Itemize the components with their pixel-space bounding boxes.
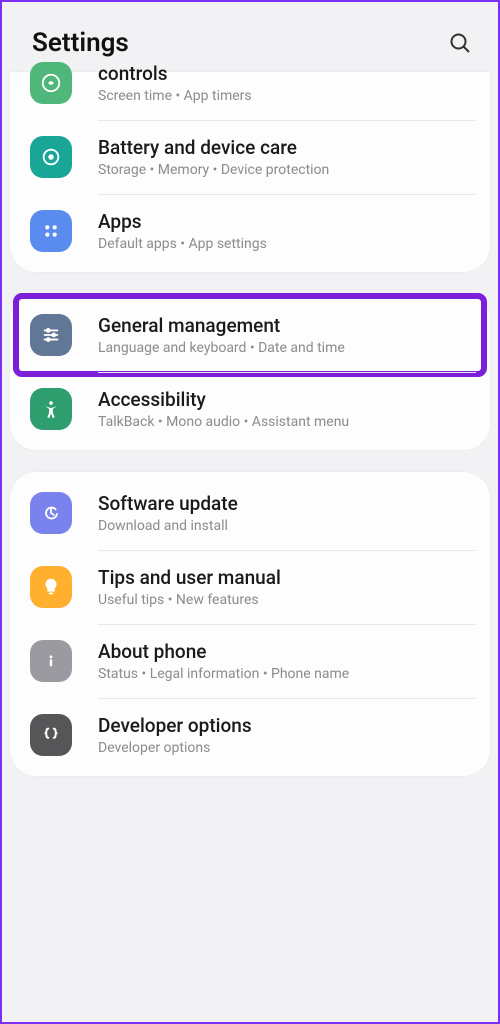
item-subtitle: Developer options xyxy=(98,740,472,756)
wellbeing-icon xyxy=(30,62,72,104)
item-title: Battery and device care xyxy=(98,136,472,159)
item-texts: Apps Default apps • App settings xyxy=(98,210,472,252)
item-subtitle: Default apps • App settings xyxy=(98,236,472,252)
settings-item-accessibility[interactable]: Accessibility TalkBack • Mono audio • As… xyxy=(10,372,490,446)
update-icon xyxy=(30,492,72,534)
item-texts: Tips and user manual Useful tips • New f… xyxy=(98,566,472,608)
settings-item-controls[interactable]: controls Screen time • App timers xyxy=(10,46,490,120)
item-title: Tips and user manual xyxy=(98,566,472,589)
lightbulb-icon xyxy=(30,566,72,608)
item-title: Apps xyxy=(98,210,472,233)
settings-group: controls Screen time • App timers Batter… xyxy=(10,72,490,272)
battery-care-icon xyxy=(30,136,72,178)
item-subtitle: TalkBack • Mono audio • Assistant menu xyxy=(98,414,472,430)
item-subtitle: Download and install xyxy=(98,518,472,534)
item-title: Developer options xyxy=(98,714,472,737)
item-texts: Software update Download and install xyxy=(98,492,472,534)
settings-item-battery[interactable]: Battery and device care Storage • Memory… xyxy=(10,120,490,194)
apps-icon xyxy=(30,210,72,252)
item-texts: Developer options Developer options xyxy=(98,714,472,756)
item-subtitle: Storage • Memory • Device protection xyxy=(98,162,472,178)
item-texts: About phone Status • Legal information •… xyxy=(98,640,472,682)
braces-icon xyxy=(30,714,72,756)
settings-item-tips[interactable]: Tips and user manual Useful tips • New f… xyxy=(10,550,490,624)
item-title: Software update xyxy=(98,492,472,515)
settings-item-general-management[interactable]: General management Language and keyboard… xyxy=(18,298,482,372)
settings-item-apps[interactable]: Apps Default apps • App settings xyxy=(10,194,490,268)
item-subtitle: Status • Legal information • Phone name xyxy=(98,666,472,682)
settings-item-about-phone[interactable]: About phone Status • Legal information •… xyxy=(10,624,490,698)
info-icon xyxy=(30,640,72,682)
item-texts: Accessibility TalkBack • Mono audio • As… xyxy=(98,388,472,430)
item-title: About phone xyxy=(98,640,472,663)
settings-group: Software update Download and install Tip… xyxy=(10,472,490,776)
item-title: controls xyxy=(98,62,472,85)
item-texts: General management Language and keyboard… xyxy=(98,314,472,356)
item-subtitle: Screen time • App timers xyxy=(98,88,472,104)
item-subtitle: Language and keyboard • Date and time xyxy=(98,340,472,356)
sliders-icon xyxy=(30,314,72,356)
item-texts: controls Screen time • App timers xyxy=(98,62,472,104)
settings-group: General management Language and keyboard… xyxy=(10,294,490,450)
item-title: General management xyxy=(98,314,472,337)
settings-item-developer-options[interactable]: Developer options Developer options xyxy=(10,698,490,772)
item-texts: Battery and device care Storage • Memory… xyxy=(98,136,472,178)
settings-item-software-update[interactable]: Software update Download and install xyxy=(10,476,490,550)
accessibility-icon xyxy=(30,388,72,430)
item-subtitle: Useful tips • New features xyxy=(98,592,472,608)
item-title: Accessibility xyxy=(98,388,472,411)
